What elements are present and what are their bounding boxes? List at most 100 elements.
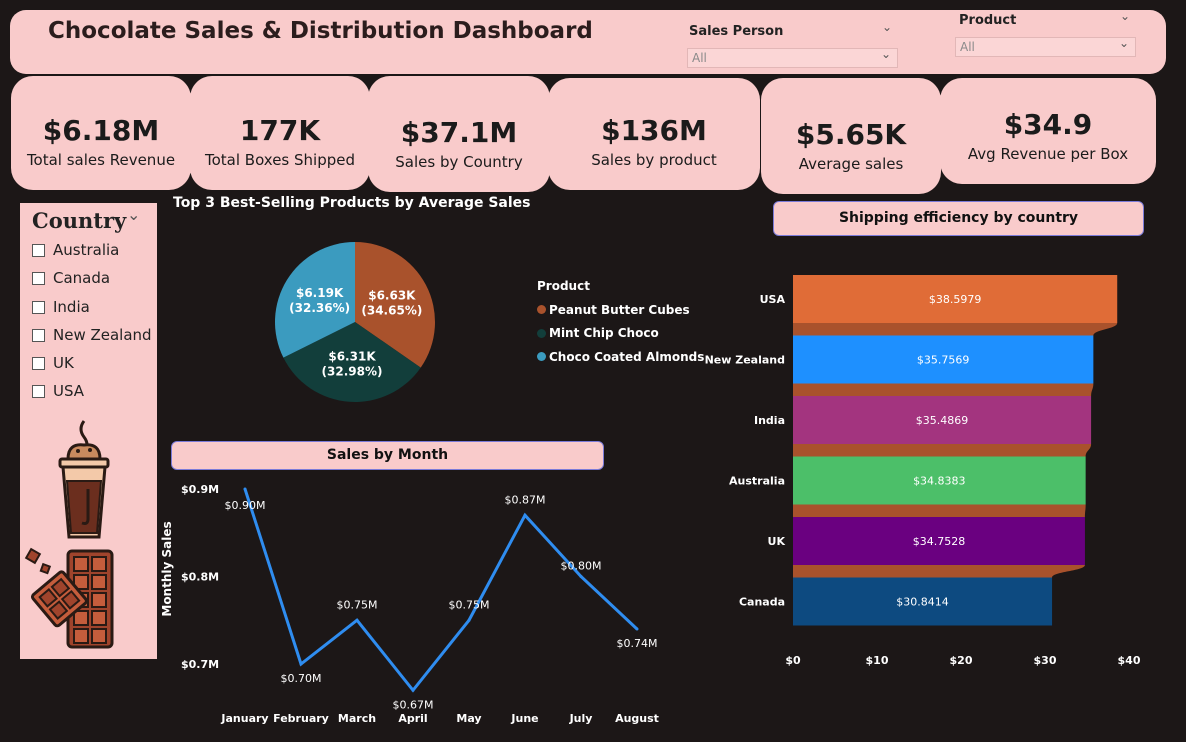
dashboard-title: Chocolate Sales & Distribution Dashboard — [48, 18, 593, 44]
country-option-label: USA — [53, 382, 85, 400]
kpi-card-avg-revenue-per-box: $34.9 Avg Revenue per Box — [940, 78, 1156, 184]
pie-legend-title: Product — [537, 279, 590, 293]
pie-slice-percent: (32.98%) — [322, 364, 383, 378]
legend-marker — [537, 328, 546, 338]
bar-connector — [793, 565, 1085, 578]
kpi-card-total-boxes-shipped: 177K Total Boxes Shipped — [190, 76, 370, 190]
country-option-uk[interactable]: UK — [32, 354, 74, 372]
data-label: $0.80M — [561, 560, 602, 573]
chevron-down-icon[interactable]: ⌄ — [127, 205, 140, 224]
country-option-usa[interactable]: USA — [32, 382, 84, 400]
x-tick-label: $20 — [950, 654, 973, 667]
y-tick-label: $0.7M — [181, 658, 219, 671]
x-tick-label: April — [398, 712, 427, 725]
checkbox[interactable] — [32, 271, 45, 285]
kpi-value: $37.1M — [400, 116, 518, 149]
kpi-label: Average sales — [798, 155, 904, 173]
x-tick-label: $30 — [1034, 654, 1057, 667]
y-category-label: Canada — [739, 596, 785, 609]
bar-connector — [793, 444, 1092, 457]
country-option-label: Canada — [53, 269, 111, 287]
kpi-card-sales-by-country: $37.1M Sales by Country — [368, 76, 550, 192]
legend-label: Choco Coated Almonds — [549, 349, 705, 364]
pie-chart: $6.63K(34.65%) $6.31K(32.98%) $6.19K(32.36… — [275, 242, 435, 402]
chevron-down-icon: ⌄ — [880, 47, 891, 61]
x-tick-label: $0 — [785, 654, 801, 667]
pie-slice-label: $6.63K — [368, 289, 416, 303]
data-label: $0.87M — [505, 493, 546, 506]
chevron-down-icon[interactable]: ⌄ — [1120, 9, 1130, 23]
y-category-label: India — [754, 414, 785, 427]
bar-value-label: $38.5979 — [929, 293, 982, 306]
country-option-label: India — [53, 298, 90, 316]
chocolate-drink-icon — [58, 420, 110, 539]
kpi-label: Total Boxes Shipped — [204, 151, 356, 169]
x-tick-label: August — [615, 712, 659, 725]
checkbox[interactable] — [32, 243, 45, 257]
country-option-canada[interactable]: Canada — [32, 269, 110, 287]
kpi-card-average-sales: $5.65K Average sales — [761, 78, 941, 194]
product-slicer-label: Product — [959, 13, 1017, 28]
pie-slice-percent: (32.36%) — [289, 301, 350, 315]
y-category-label: Australia — [729, 475, 785, 488]
country-option-india[interactable]: India — [32, 298, 90, 316]
chevron-down-icon: ⌄ — [1118, 36, 1129, 50]
bar-chart: $38.5979 USA $35.7569 New Zealand $35.4869 In… — [705, 275, 1141, 667]
sales-person-value: All — [692, 51, 707, 65]
y-tick-label: $0.9M — [181, 483, 219, 496]
line-point — [523, 513, 527, 517]
legend-item[interactable]: Peanut Butter Cubes — [537, 298, 704, 322]
pie-slice-label: $6.19K — [296, 286, 344, 300]
checkbox[interactable] — [32, 328, 45, 342]
country-slicer-title: Country — [32, 208, 127, 233]
legend-marker — [537, 352, 546, 362]
checkbox[interactable] — [32, 384, 45, 398]
kpi-card-sales-by-product: $136M Sales by product — [548, 78, 760, 190]
checkbox[interactable] — [32, 300, 45, 314]
bar-value-label: $35.4869 — [916, 414, 969, 427]
country-option-new-zealand[interactable]: New Zealand — [32, 326, 152, 344]
bar-connector — [793, 383, 1094, 396]
country-option-label: UK — [53, 354, 74, 372]
sales-person-slicer-label: Sales Person — [689, 24, 784, 39]
bar-value-label: $35.7569 — [917, 354, 970, 367]
sales-line — [243, 488, 639, 693]
data-label: $0.70M — [281, 672, 322, 685]
chocolate-bar-icon — [24, 547, 114, 649]
line-point — [411, 688, 415, 692]
pie-chart-title: Top 3 Best-Selling Products by Average S… — [173, 195, 531, 211]
kpi-value: $6.18M — [42, 114, 160, 147]
sales-person-dropdown[interactable]: All ⌄ — [687, 47, 898, 68]
data-label: $0.75M — [449, 598, 490, 611]
country-option-australia[interactable]: Australia — [32, 241, 119, 259]
bar-chart-title: Shipping efficiency by country — [773, 201, 1144, 236]
bar-value-label: $30.8414 — [896, 596, 949, 609]
line-point — [579, 575, 583, 578]
x-tick-label: January — [220, 712, 268, 725]
line-point — [635, 627, 639, 631]
kpi-card-total-sales-revenue: $6.18M Total sales Revenue — [11, 76, 191, 190]
legend-item[interactable]: Mint Chip Choco — [537, 322, 704, 346]
product-dropdown[interactable]: All ⌄ — [955, 36, 1136, 57]
line-point — [299, 662, 303, 666]
kpi-value: $136M — [601, 114, 707, 147]
country-slicer-panel: Country ⌄ Australia Canada India New Zea… — [20, 203, 157, 659]
legend-label: Mint Chip Choco — [549, 326, 659, 341]
data-label: $0.67M — [393, 698, 434, 711]
chevron-down-icon[interactable]: ⌄ — [882, 20, 892, 34]
data-label: $0.75M — [337, 598, 378, 611]
checkbox[interactable] — [32, 356, 45, 370]
kpi-label: Total sales Revenue — [26, 151, 176, 169]
bar-connector — [793, 323, 1118, 336]
country-option-label: New Zealand — [53, 326, 152, 344]
kpi-label: Sales by Country — [395, 153, 523, 171]
line-chart-title: Sales by Month — [171, 441, 604, 470]
y-axis-title: Monthly Sales — [160, 521, 174, 616]
y-tick-label: $0.8M — [181, 571, 219, 584]
bar-connector — [793, 504, 1086, 517]
data-label: $0.90M — [225, 499, 266, 512]
product-value: All — [960, 40, 975, 54]
y-category-label: UK — [768, 535, 786, 548]
legend-item[interactable]: Choco Coated Almonds — [537, 345, 704, 369]
y-category-label: New Zealand — [705, 354, 785, 367]
